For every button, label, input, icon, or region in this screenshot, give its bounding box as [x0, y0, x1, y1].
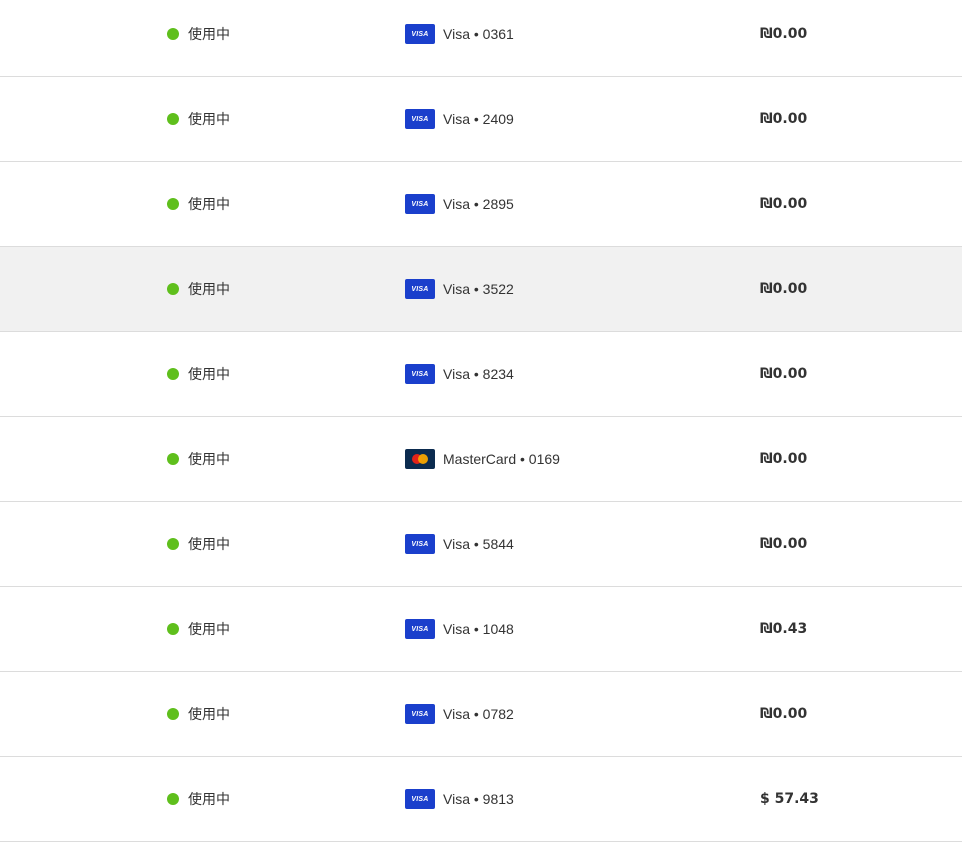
amount-value: ₪0.00 — [760, 281, 808, 297]
status-cell: 使用中 — [167, 587, 230, 671]
payment-method-cell: MasterCard • 0169 — [405, 417, 560, 501]
status-cell: 使用中 — [167, 162, 230, 246]
status-active-dot-icon — [167, 198, 179, 210]
amount-value: ₪0.00 — [760, 26, 808, 42]
table-row[interactable]: 使用中 VISA Visa • 0782 ₪0.00 — [0, 672, 962, 757]
card-label: Visa • 9813 — [443, 791, 514, 807]
visa-card-icon: VISA — [405, 619, 435, 639]
card-label: Visa • 0361 — [443, 26, 514, 42]
amount-value: ₪0.00 — [760, 366, 808, 382]
payment-method-cell: VISA Visa • 0782 — [405, 672, 514, 756]
visa-card-icon: VISA — [405, 109, 435, 129]
table-row[interactable]: 使用中 VISA Visa • 2895 ₪0.00 — [0, 162, 962, 247]
status-label: 使用中 — [188, 282, 230, 298]
visa-card-icon: VISA — [405, 194, 435, 214]
status-active-dot-icon — [167, 538, 179, 550]
table-row[interactable]: 使用中 VISA Visa • 5844 ₪0.00 — [0, 502, 962, 587]
visa-card-icon: VISA — [405, 24, 435, 44]
status-label: 使用中 — [188, 792, 230, 808]
card-label: Visa • 1048 — [443, 621, 514, 637]
status-cell: 使用中 — [167, 247, 230, 331]
status-cell: 使用中 — [167, 417, 230, 501]
payment-method-cell: VISA Visa • 2409 — [405, 77, 514, 161]
table-row[interactable]: 使用中 VISA Visa • 9813 $ 57.43 — [0, 757, 962, 842]
amount-value: ₪0.43 — [760, 621, 808, 637]
card-label: Visa • 2895 — [443, 196, 514, 212]
card-label: Visa • 2409 — [443, 111, 514, 127]
status-label: 使用中 — [188, 197, 230, 213]
payment-method-cell: VISA Visa • 3522 — [405, 247, 514, 331]
status-cell: 使用中 — [167, 757, 230, 841]
payment-method-cell: VISA Visa • 1048 — [405, 587, 514, 671]
status-active-dot-icon — [167, 368, 179, 380]
card-label: Visa • 8234 — [443, 366, 514, 382]
amount-value: ₪0.00 — [760, 451, 808, 467]
visa-card-icon: VISA — [405, 704, 435, 724]
status-cell: 使用中 — [167, 0, 230, 76]
status-active-dot-icon — [167, 113, 179, 125]
payment-method-cell: VISA Visa • 9813 — [405, 757, 514, 841]
amount-value: ₪0.00 — [760, 196, 808, 212]
status-active-dot-icon — [167, 283, 179, 295]
table-row[interactable]: 使用中 VISA Visa • 0361 ₪0.00 — [0, 0, 962, 77]
status-label: 使用中 — [188, 27, 230, 43]
payment-method-cell: VISA Visa • 5844 — [405, 502, 514, 586]
amount-value: ₪0.00 — [760, 706, 808, 722]
payment-method-cell: VISA Visa • 8234 — [405, 332, 514, 416]
payment-method-cell: VISA Visa • 0361 — [405, 0, 514, 76]
card-label: MasterCard • 0169 — [443, 451, 560, 467]
table-row[interactable]: 使用中 VISA Visa • 1048 ₪0.43 — [0, 587, 962, 672]
table-row-highlighted[interactable]: 使用中 VISA Visa • 3522 ₪0.00 — [0, 247, 962, 332]
card-label: Visa • 5844 — [443, 536, 514, 552]
amount-value: $ 57.43 — [760, 791, 819, 807]
status-label: 使用中 — [188, 112, 230, 128]
status-active-dot-icon — [167, 793, 179, 805]
table-row[interactable]: 使用中 MasterCard • 0169 ₪0.00 — [0, 417, 962, 502]
mastercard-card-icon — [405, 449, 435, 469]
table-row[interactable]: 使用中 VISA Visa • 2409 ₪0.00 — [0, 77, 962, 162]
status-active-dot-icon — [167, 453, 179, 465]
card-label: Visa • 3522 — [443, 281, 514, 297]
status-active-dot-icon — [167, 28, 179, 40]
status-label: 使用中 — [188, 367, 230, 383]
status-label: 使用中 — [188, 537, 230, 553]
amount-value: ₪0.00 — [760, 536, 808, 552]
status-cell: 使用中 — [167, 502, 230, 586]
subscriptions-table: 使用中 VISA Visa • 0361 ₪0.00 使用中 VISA Visa… — [0, 0, 962, 842]
status-cell: 使用中 — [167, 332, 230, 416]
amount-value: ₪0.00 — [760, 111, 808, 127]
status-label: 使用中 — [188, 707, 230, 723]
status-active-dot-icon — [167, 623, 179, 635]
status-label: 使用中 — [188, 622, 230, 638]
mastercard-yellow-circle-icon — [418, 454, 428, 464]
payment-method-cell: VISA Visa • 2895 — [405, 162, 514, 246]
visa-card-icon: VISA — [405, 279, 435, 299]
status-label: 使用中 — [188, 452, 230, 468]
visa-card-icon: VISA — [405, 364, 435, 384]
status-active-dot-icon — [167, 708, 179, 720]
visa-card-icon: VISA — [405, 789, 435, 809]
status-cell: 使用中 — [167, 77, 230, 161]
visa-card-icon: VISA — [405, 534, 435, 554]
status-cell: 使用中 — [167, 672, 230, 756]
table-row[interactable]: 使用中 VISA Visa • 8234 ₪0.00 — [0, 332, 962, 417]
card-label: Visa • 0782 — [443, 706, 514, 722]
